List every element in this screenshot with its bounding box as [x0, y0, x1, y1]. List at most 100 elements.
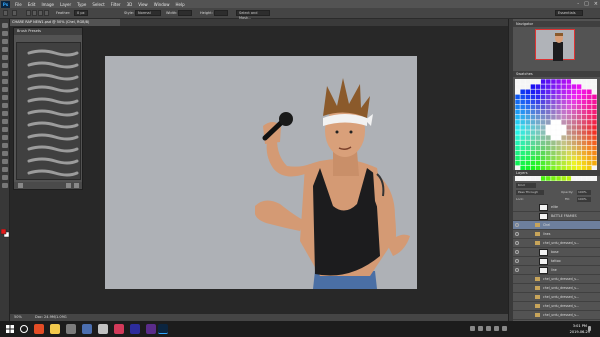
width-input[interactable] [178, 10, 192, 16]
navigator-thumbnail[interactable] [535, 29, 575, 61]
navigator-title[interactable]: Navigator [513, 21, 600, 27]
maximize-button[interactable]: □ [584, 1, 589, 7]
layer-row[interactable]: base [513, 248, 600, 257]
eyedropper-tool-icon[interactable] [2, 63, 8, 68]
app-icon[interactable] [114, 324, 124, 334]
eye-icon[interactable] [515, 295, 519, 299]
eye-icon[interactable] [515, 286, 519, 290]
tray-icon[interactable] [470, 326, 475, 331]
document-tab[interactable]: CHARE RAP NEW1.psd @ 50% (Chel, RGB/8) [10, 19, 120, 26]
pen-tool-icon[interactable] [2, 135, 8, 140]
eye-icon[interactable] [515, 259, 519, 263]
layer-row[interactable]: Chel [513, 221, 600, 230]
layer-row[interactable]: BATTLE FRAMES [513, 212, 600, 221]
edit-toolbar-icon[interactable] [2, 183, 8, 188]
notifications-icon[interactable] [588, 326, 591, 331]
menu-file[interactable]: File [12, 2, 25, 7]
volume-icon[interactable] [502, 326, 507, 331]
marquee-tool-icon[interactable] [3, 10, 8, 16]
file-explorer-icon[interactable] [66, 324, 76, 334]
system-clock[interactable]: 3:01 PM 2019-06-29 [570, 323, 590, 335]
menu-edit[interactable]: Edit [25, 2, 39, 7]
layer-row[interactable]: lines [513, 230, 600, 239]
new-selection-icon[interactable] [26, 10, 31, 16]
eye-icon[interactable] [515, 277, 519, 281]
network-icon[interactable] [494, 326, 499, 331]
gradient-tool-icon[interactable] [2, 111, 8, 116]
search-icon[interactable] [20, 325, 28, 333]
stamp-tool-icon[interactable] [2, 87, 8, 92]
healing-tool-icon[interactable] [2, 71, 8, 76]
eye-icon[interactable] [515, 205, 519, 209]
marquee-tool-icon[interactable] [2, 31, 8, 36]
eye-icon[interactable] [515, 223, 519, 227]
swatches-title[interactable]: Swatches [513, 71, 600, 77]
zoom-tool-icon[interactable] [2, 175, 8, 180]
delete-brush-icon[interactable] [74, 183, 79, 188]
folder-icon[interactable] [50, 324, 60, 334]
layer-row[interactable]: chel_urdu_dressed_s... [513, 311, 600, 320]
brush-tool-icon[interactable] [2, 79, 8, 84]
app-icon[interactable] [130, 324, 140, 334]
menu-type[interactable]: Type [74, 2, 89, 7]
subtract-selection-icon[interactable] [38, 10, 43, 16]
eye-icon[interactable] [515, 313, 519, 317]
workspace-select[interactable]: Essentials [555, 10, 583, 16]
opacity-input[interactable]: 100% [577, 190, 591, 195]
layers-title[interactable]: Layers [513, 170, 600, 176]
minimize-button[interactable]: - [577, 1, 579, 7]
layer-row[interactable]: chel_urdu_dressed_s... [513, 284, 600, 293]
select-and-mask-button[interactable]: Select and Mask... [236, 10, 270, 20]
menu-select[interactable]: Select [89, 2, 107, 7]
shape-tool-icon[interactable] [2, 159, 8, 164]
height-input[interactable] [214, 10, 228, 16]
crop-tool-icon[interactable] [2, 55, 8, 60]
quick-select-tool-icon[interactable] [2, 47, 8, 52]
hand-tool-icon[interactable] [2, 167, 8, 172]
app-icon[interactable] [98, 324, 108, 334]
eye-icon[interactable] [515, 304, 519, 308]
layer-row[interactable]: chel_urdu_dressed_s... [513, 239, 600, 248]
layer-row[interactable]: tattoo [513, 257, 600, 266]
blur-tool-icon[interactable] [2, 119, 8, 124]
dodge-tool-icon[interactable] [2, 127, 8, 132]
menu-image[interactable]: Image [38, 2, 57, 7]
close-button[interactable]: × [594, 1, 598, 7]
document-canvas[interactable] [105, 56, 417, 289]
app-icon[interactable] [82, 324, 92, 334]
chrome-icon[interactable] [34, 324, 44, 334]
lasso-tool-icon[interactable] [2, 39, 8, 44]
tray-icon[interactable] [478, 326, 483, 331]
menu-filter[interactable]: Filter [108, 2, 124, 7]
brush-preset-icon[interactable] [18, 183, 23, 188]
zoom-level[interactable]: 50% [14, 315, 22, 319]
style-select[interactable]: Normal [135, 10, 161, 16]
layer-row[interactable]: elite [513, 203, 600, 212]
swatch-grid[interactable] [515, 79, 597, 181]
photoshop-taskbar-icon[interactable] [158, 324, 168, 334]
move-tool-icon[interactable] [2, 23, 8, 28]
path-select-tool-icon[interactable] [2, 151, 8, 156]
type-tool-icon[interactable] [2, 143, 8, 148]
tray-icon[interactable] [486, 326, 491, 331]
new-brush-icon[interactable] [66, 183, 71, 188]
eye-icon[interactable] [515, 214, 519, 218]
eye-icon[interactable] [515, 241, 519, 245]
feather-input[interactable]: 0 px [74, 10, 88, 16]
windows-start-icon[interactable] [6, 325, 14, 333]
layer-row[interactable]: chel_urdu_dressed_s... [513, 293, 600, 302]
eye-icon[interactable] [515, 268, 519, 272]
blend-mode-select[interactable]: Pass Through [516, 190, 544, 195]
add-selection-icon[interactable] [32, 10, 37, 16]
app-icon[interactable] [146, 324, 156, 334]
menu-view[interactable]: View [135, 2, 151, 7]
layer-row[interactable]: chel_urdu_dressed_s... [513, 302, 600, 311]
menu-window[interactable]: Window [151, 2, 173, 7]
eraser-tool-icon[interactable] [2, 103, 8, 108]
layer-filter-kind[interactable]: Kind [516, 183, 536, 188]
intersect-selection-icon[interactable] [44, 10, 49, 16]
menu-help[interactable]: Help [172, 2, 187, 7]
eye-icon[interactable] [515, 232, 519, 236]
color-swatches[interactable] [1, 229, 9, 238]
menu-3d[interactable]: 3D [124, 2, 136, 7]
